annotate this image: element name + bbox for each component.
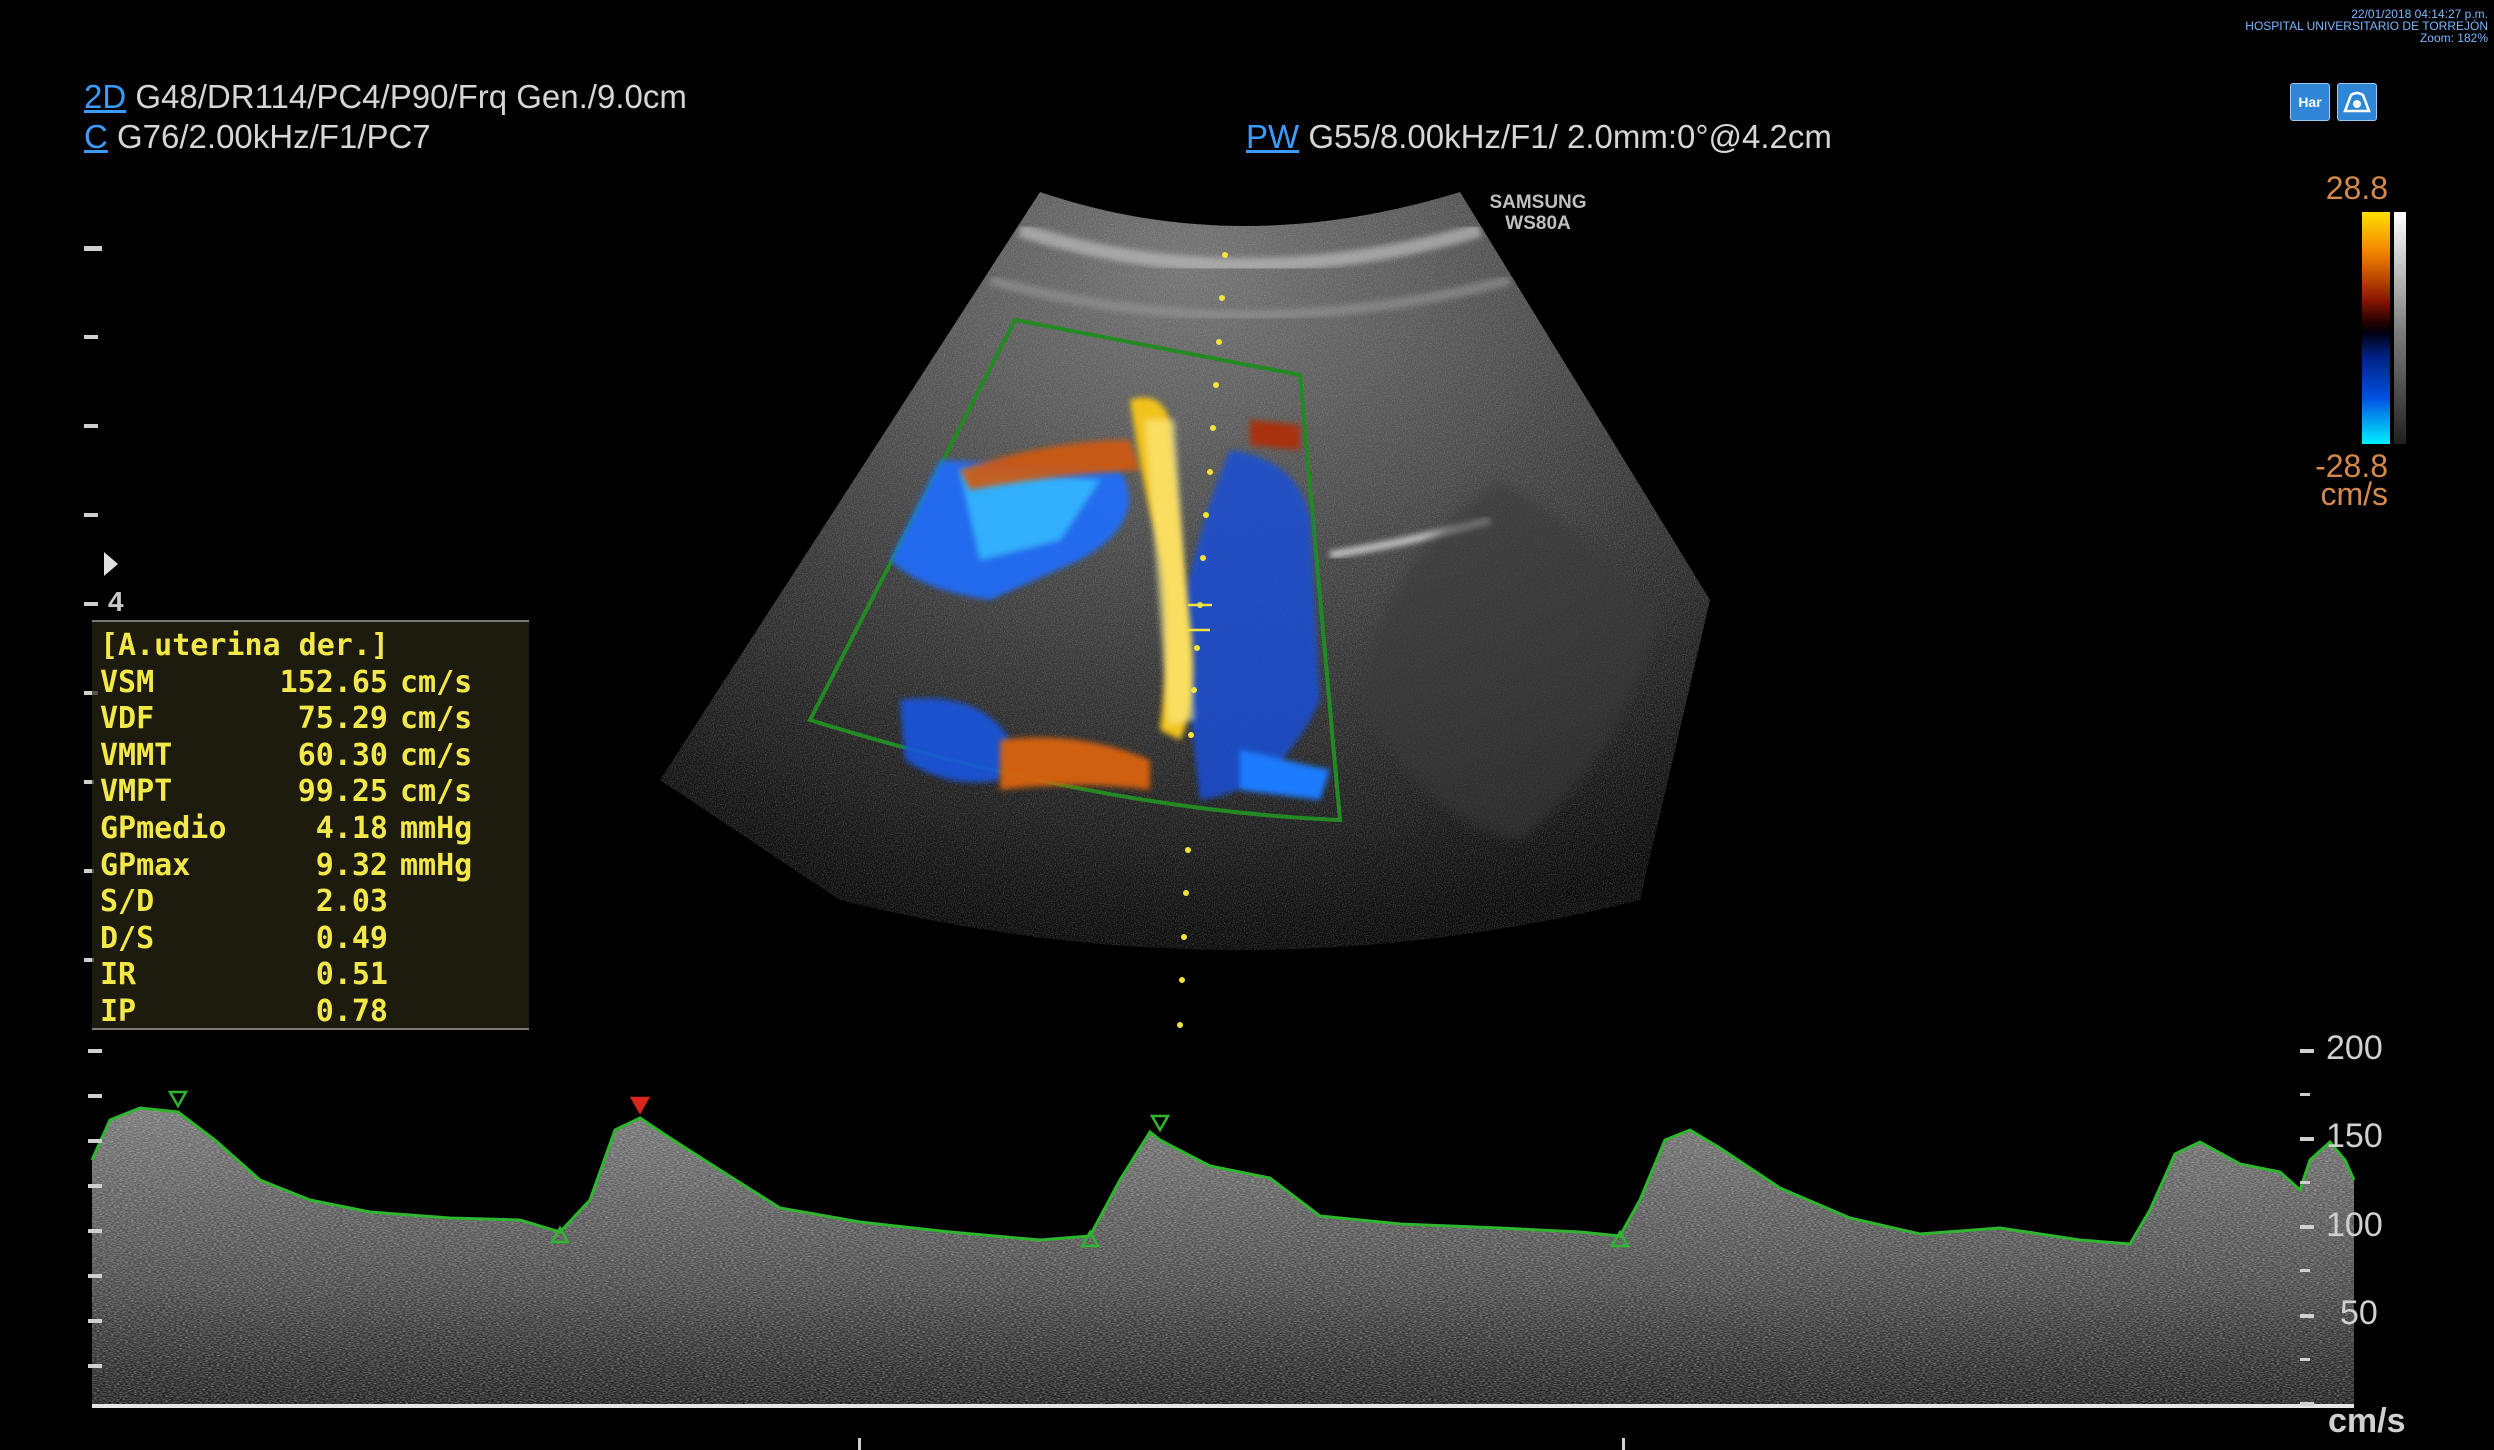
spectral-doppler [88, 1049, 2356, 1450]
measurement-label: IR [100, 957, 137, 993]
measurement-label: IP [100, 993, 137, 1029]
measurement-value: 75.29 [297, 701, 388, 737]
measurement-label: VDF [100, 701, 155, 737]
vel-label-50: 50 [2340, 1294, 2378, 1332]
measurement-unit: cm/s [400, 737, 473, 773]
measurement-unit [388, 957, 400, 994]
measurement-unit: cm/s [400, 664, 473, 700]
measurement-value: 9.32 [315, 847, 388, 883]
measurement-value: 0.51 [315, 957, 388, 993]
measurement-unit [388, 994, 400, 1031]
measurement-row: GPmedio 4.18 mmHg [100, 811, 521, 848]
measurement-unit: cm/s [400, 701, 473, 737]
measurement-row: VSM 152.65 cm/s [100, 665, 521, 702]
measurement-value: 152.65 [279, 664, 388, 700]
spectral-baseline [92, 1404, 2354, 1408]
measurement-value: 0.49 [315, 920, 388, 956]
measurement-row: S/D 2.03 [100, 884, 521, 921]
measurement-label: GPmax [100, 847, 191, 883]
measurement-row: IR 0.51 [100, 957, 521, 994]
measurement-label: VMPT [100, 774, 173, 810]
measurement-label: D/S [100, 920, 155, 956]
measurement-row: D/S 0.49 [100, 921, 521, 958]
systolic-marker-icon[interactable] [1149, 1114, 1171, 1133]
vel-label-150: 150 [2326, 1117, 2383, 1155]
vel-label-100: 100 [2326, 1206, 2383, 1244]
active-systolic-marker-icon[interactable] [629, 1096, 651, 1115]
vel-unit: cm/s [2328, 1402, 2406, 1440]
spectral-speckle [92, 1108, 2354, 1404]
measurement-value: 4.18 [315, 810, 388, 846]
systolic-marker-icon[interactable] [167, 1090, 189, 1109]
measurement-unit: mmHg [400, 847, 473, 883]
measurement-label: VSM [100, 664, 155, 700]
measurement-value: 2.03 [315, 884, 388, 920]
measurement-row: VMMT 60.30 cm/s [100, 738, 521, 775]
measurement-row: IP 0.78 [100, 994, 521, 1031]
ultrasound-screen: { "header": { "timestamp": "22/01/2018 0… [0, 0, 2494, 1450]
measurement-title: [A.uterina der.] [100, 628, 389, 663]
measurement-label: GPmedio [100, 810, 227, 846]
measurement-value: 0.78 [315, 993, 388, 1029]
measurement-value: 60.30 [297, 737, 388, 773]
measurement-row: VDF 75.29 cm/s [100, 701, 521, 738]
measurement-label: VMMT [100, 737, 173, 773]
measurement-value: 99.25 [297, 774, 388, 810]
measurement-unit [388, 884, 400, 921]
measurement-unit: mmHg [400, 810, 473, 846]
measurement-label: S/D [100, 884, 155, 920]
measurement-panel: [A.uterina der.] VSM 152.65 cm/s VDF 75.29 cm… [92, 620, 529, 1030]
measurement-unit: cm/s [400, 774, 473, 810]
vel-label-200: 200 [2326, 1029, 2383, 1067]
measurement-row: VMPT 99.25 cm/s [100, 774, 521, 811]
measurement-unit [388, 921, 400, 958]
measurement-row: GPmax 9.32 mmHg [100, 848, 521, 885]
